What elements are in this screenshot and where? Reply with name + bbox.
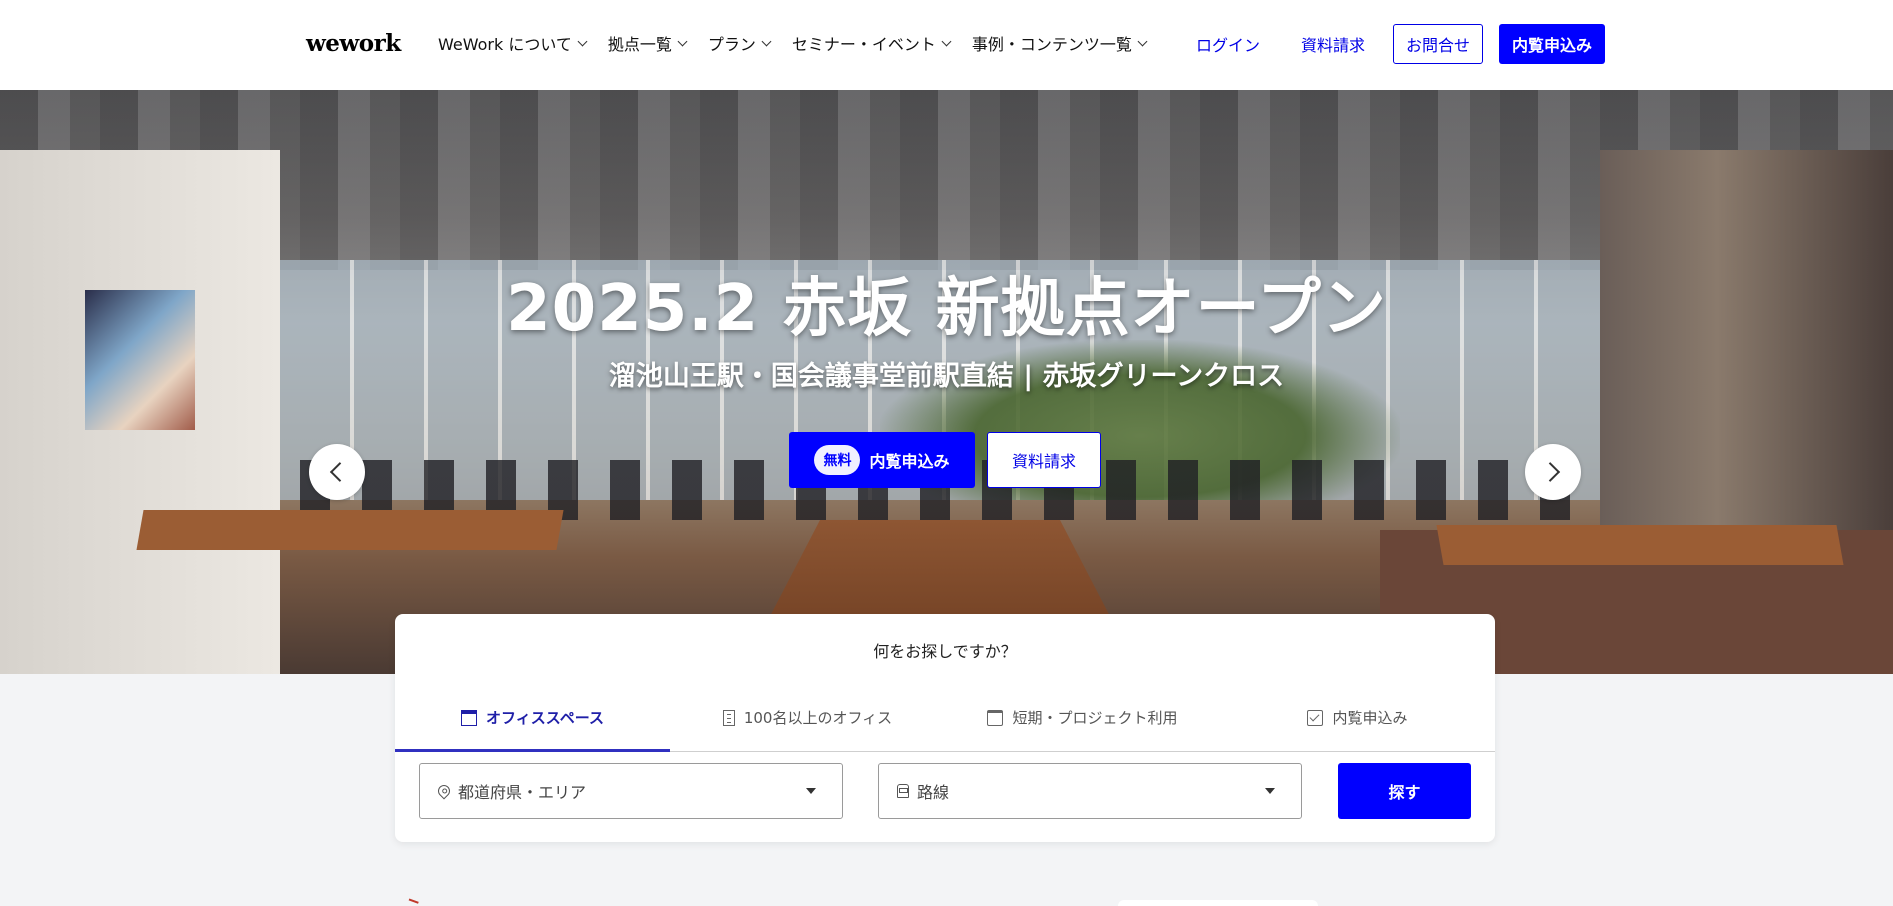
brochure-link[interactable]: 資料請求	[1301, 32, 1365, 56]
area-select[interactable]: 都道府県・エリア	[419, 763, 843, 819]
calendar-icon	[987, 709, 1004, 726]
chevron-down-icon	[941, 36, 952, 46]
hero-title: 2025.2 赤坂 新拠点オープン	[506, 272, 1387, 346]
nav-label: WeWork について	[438, 35, 572, 54]
search-panel: 何をお探しですか？ オフィススペース 100名以上のオフィス 短期・プロジェクト…	[395, 614, 1495, 842]
tab-label: 短期・プロジェクト利用	[1012, 709, 1178, 727]
hero-brochure-button[interactable]: 資料請求	[987, 432, 1101, 488]
line-select-placeholder: 路線	[917, 783, 950, 802]
hero-tour-label: 内覧申込み	[869, 452, 950, 471]
free-badge: 無料	[814, 445, 861, 475]
hero-carousel: 2025.2 赤坂 新拠点オープン 溜池山王駅・国会議事堂前駅直結 | 赤坂グリ…	[0, 90, 1893, 674]
tab-label: 100名以上のオフィス	[743, 709, 893, 727]
tab-tour-request[interactable]: 内覧申込み	[1220, 684, 1495, 751]
tab-label: オフィススペース	[486, 709, 604, 727]
hero-photo-table	[1436, 525, 1844, 565]
next-section-card	[1118, 900, 1318, 906]
wework-logo[interactable]: wework	[306, 30, 401, 57]
nav-label: セミナー・イベント	[791, 35, 936, 54]
nav-item-locations[interactable]: 拠点一覧	[607, 30, 688, 56]
site-header: wework WeWork について 拠点一覧 プラン セミナー・イベント 事例…	[0, 0, 1893, 90]
chevron-left-icon	[329, 462, 350, 482]
chevron-down-icon	[761, 36, 772, 46]
tab-short-term[interactable]: 短期・プロジェクト利用	[945, 684, 1220, 751]
chevron-down-icon	[577, 36, 588, 46]
tab-large-office[interactable]: 100名以上のオフィス	[670, 684, 945, 751]
hero-tour-button[interactable]: 無料 内覧申込み	[789, 432, 975, 488]
section-accent-mark	[407, 898, 419, 906]
area-select-placeholder: 都道府県・エリア	[458, 783, 587, 802]
search-tabs: オフィススペース 100名以上のオフィス 短期・プロジェクト利用 内覧申込み	[395, 684, 1495, 752]
nav-item-events[interactable]: セミナー・イベント	[791, 30, 952, 56]
search-question: 何をお探しですか？	[873, 642, 1017, 661]
building-icon	[722, 709, 735, 726]
chevron-down-icon	[677, 36, 688, 46]
main-nav: WeWork について 拠点一覧 プラン セミナー・イベント 事例・コンテンツ一…	[438, 30, 1168, 56]
login-link[interactable]: ログイン	[1196, 32, 1260, 56]
caret-down-icon	[1265, 788, 1275, 794]
search-button[interactable]: 探す	[1338, 763, 1471, 819]
tab-office-space[interactable]: オフィススペース	[395, 684, 670, 752]
carousel-next-button[interactable]	[1525, 444, 1581, 500]
nav-label: プラン	[707, 35, 756, 54]
nav-item-case-studies[interactable]: 事例・コンテンツ一覧	[971, 30, 1148, 56]
map-pin-icon	[435, 782, 453, 800]
chevron-down-icon	[1137, 36, 1148, 46]
nav-label: 事例・コンテンツ一覧	[971, 35, 1132, 54]
chevron-right-icon	[1540, 462, 1561, 482]
nav-label: 拠点一覧	[607, 35, 672, 54]
caret-down-icon	[806, 788, 816, 794]
carousel-prev-button[interactable]	[309, 444, 365, 500]
hero-photo-table	[136, 510, 564, 550]
nav-item-about[interactable]: WeWork について	[438, 30, 588, 56]
hero-subtitle: 溜池山王駅・国会議事堂前駅直結 | 赤坂グリーンクロス	[608, 361, 1285, 392]
storefront-icon	[461, 709, 478, 726]
contact-button[interactable]: お問合せ	[1393, 24, 1483, 64]
line-select[interactable]: 路線	[878, 763, 1302, 819]
train-icon	[897, 784, 909, 798]
tour-request-button[interactable]: 内覧申込み	[1499, 24, 1605, 64]
tab-label: 内覧申込み	[1332, 709, 1408, 727]
calendar-check-icon	[1307, 709, 1324, 726]
nav-item-plans[interactable]: プラン	[707, 30, 772, 56]
